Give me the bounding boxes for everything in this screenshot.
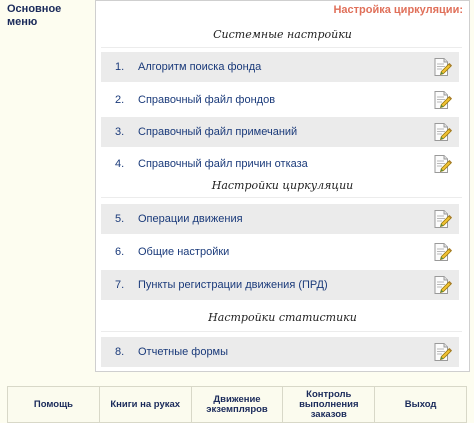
settings-row-2: 2. Справочный файл фондов <box>101 85 459 115</box>
help-link[interactable]: Помощь <box>8 387 100 422</box>
settings-panel: Настройка циркуляции: Системные настройк… <box>95 0 470 372</box>
row-number: 4. <box>115 158 125 170</box>
row-label[interactable]: Отчетные формы <box>138 346 228 358</box>
row-number: 3. <box>115 126 125 138</box>
orders-control-link[interactable]: Контроль выполнения заказов <box>283 387 376 422</box>
divider <box>101 331 462 332</box>
edit-icon[interactable] <box>432 154 452 174</box>
row-label[interactable]: Справочный файл фондов <box>138 94 275 106</box>
bottom-nav: Помощь Книги на руках Движение экземпляр… <box>7 386 467 423</box>
row-number: 2. <box>115 94 125 106</box>
edit-icon[interactable] <box>432 275 452 295</box>
section-title-statistics: Настройки статистики <box>208 311 357 324</box>
row-label[interactable]: Пункты регистрации движения (ПРД) <box>138 279 328 291</box>
settings-row-4: 4. Справочный файл причин отказа <box>101 149 459 179</box>
exit-link[interactable]: Выход <box>375 387 466 422</box>
settings-row-8: 8. Отчетные формы <box>101 337 459 367</box>
copies-movement-link[interactable]: Движение экземпляров <box>192 387 284 422</box>
books-on-hand-link[interactable]: Книги на руках <box>100 387 192 422</box>
row-number: 6. <box>115 246 125 258</box>
row-label[interactable]: Справочный файл причин отказа <box>138 158 308 170</box>
row-label[interactable]: Операции движения <box>138 213 243 225</box>
row-label[interactable]: Справочный файл примечаний <box>138 126 297 138</box>
main-menu-link[interactable]: Основное меню <box>7 3 87 29</box>
edit-icon[interactable] <box>432 342 452 362</box>
settings-row-5: 5. Операции движения <box>101 204 459 234</box>
section-title-system: Системные настройки <box>213 28 352 41</box>
section-title-circulation: Настройки циркуляции <box>211 179 354 192</box>
settings-row-3: 3. Справочный файл примечаний <box>101 117 459 147</box>
edit-icon[interactable] <box>432 209 452 229</box>
row-number: 1. <box>115 61 125 73</box>
edit-icon[interactable] <box>432 122 452 142</box>
page-title: Настройка циркуляции: <box>333 4 463 16</box>
edit-icon[interactable] <box>432 57 452 77</box>
settings-row-7: 7. Пункты регистрации движения (ПРД) <box>101 270 459 300</box>
edit-icon[interactable] <box>432 90 452 110</box>
row-number: 8. <box>115 346 125 358</box>
settings-row-6: 6. Общие настройки <box>101 237 459 267</box>
divider <box>101 197 462 198</box>
edit-icon[interactable] <box>432 242 452 262</box>
row-label[interactable]: Общие настройки <box>138 246 229 258</box>
row-label[interactable]: Алгоритм поиска фонда <box>138 61 261 73</box>
divider <box>101 47 462 48</box>
row-number: 7. <box>115 279 125 291</box>
row-number: 5. <box>115 213 125 225</box>
settings-row-1: 1. Алгоритм поиска фонда <box>101 52 459 82</box>
